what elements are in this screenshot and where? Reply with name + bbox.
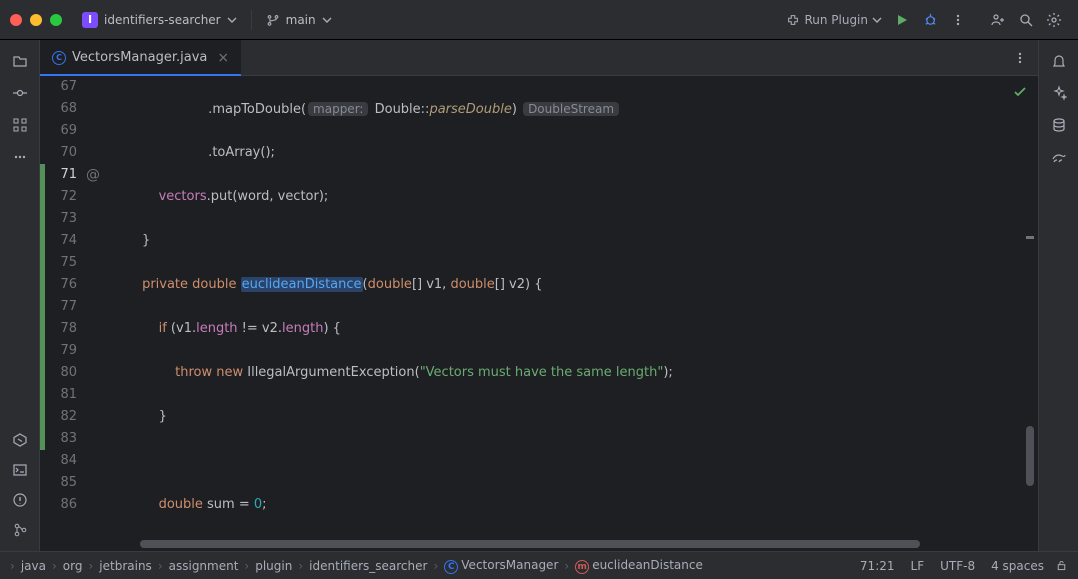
return-type-hint: DoubleStream <box>523 102 619 116</box>
terminal-tool-button[interactable] <box>5 455 35 485</box>
notifications-button[interactable] <box>1044 46 1074 76</box>
breadcrumb-item[interactable]: assignment <box>167 557 241 575</box>
run-config-label: Run Plugin <box>804 13 868 27</box>
breadcrumb-item[interactable]: java <box>19 557 48 575</box>
chevron-down-icon <box>227 15 237 25</box>
editor-more-button[interactable] <box>1002 40 1038 75</box>
more-tool-button[interactable] <box>5 142 35 172</box>
method-icon: m <box>575 560 589 574</box>
breadcrumb-item[interactable]: identifiers_searcher <box>307 557 429 575</box>
project-tool-button[interactable] <box>5 46 35 76</box>
caret-position[interactable]: 71:21 <box>852 559 903 573</box>
project-name: identifiers-searcher <box>104 13 221 27</box>
more-actions-button[interactable] <box>944 6 972 34</box>
project-badge: I <box>82 12 98 28</box>
branch-name: main <box>286 13 316 27</box>
settings-button[interactable] <box>1040 6 1068 34</box>
minimize-window[interactable] <box>30 14 42 26</box>
plugin-icon <box>786 13 800 27</box>
database-button[interactable] <box>1044 110 1074 140</box>
vcs-tool-button[interactable] <box>5 515 35 545</box>
left-tool-strip <box>0 40 40 551</box>
chevron-right-icon: › <box>50 559 59 573</box>
code-content[interactable]: .mapToDouble(mapper: Double::parseDouble… <box>105 76 1038 539</box>
close-window[interactable] <box>10 14 22 26</box>
chevron-right-icon: › <box>86 559 95 573</box>
chevron-right-icon: › <box>156 559 165 573</box>
separator <box>251 10 252 30</box>
fullscreen-window[interactable] <box>50 14 62 26</box>
chevron-right-icon: › <box>242 559 251 573</box>
breadcrumb-class[interactable]: CVectorsManager <box>442 556 560 576</box>
breadcrumb-method[interactable]: meuclideanDistance <box>573 556 705 576</box>
scrollbar-horizontal[interactable] <box>140 539 1038 549</box>
tab-vectorsmanager[interactable]: C VectorsManager.java × <box>40 40 241 75</box>
titlebar: I identifiers-searcher main Run Plugin <box>0 0 1078 40</box>
scrollbar-vertical[interactable] <box>1026 86 1034 509</box>
chevron-down-icon <box>872 15 882 25</box>
line-separator[interactable]: LF <box>903 559 933 573</box>
search-button[interactable] <box>1012 6 1040 34</box>
project-selector[interactable]: I identifiers-searcher <box>76 10 243 30</box>
parameter-hint: mapper: <box>308 102 368 116</box>
file-encoding[interactable]: UTF-8 <box>932 559 983 573</box>
window-controls <box>10 14 62 26</box>
chevron-right-icon: › <box>431 559 440 573</box>
right-tool-strip <box>1038 40 1078 551</box>
chevron-down-icon <box>322 15 332 25</box>
commit-tool-button[interactable] <box>5 78 35 108</box>
class-icon: C <box>52 51 66 65</box>
class-icon: C <box>444 560 458 574</box>
code-with-me-button[interactable] <box>984 6 1012 34</box>
editor-tabs: C VectorsManager.java × <box>40 40 1038 76</box>
indent-setting[interactable]: 4 spaces <box>983 559 1052 573</box>
close-tab-button[interactable]: × <box>217 50 229 66</box>
line-numbers: 67686970 71727374 75767778 79808182 8384… <box>45 76 85 539</box>
breadcrumbs[interactable]: › java › org › jetbrains › assignment › … <box>8 556 852 576</box>
run-button[interactable] <box>888 6 916 34</box>
branch-icon <box>266 13 280 27</box>
breadcrumb-item[interactable]: org <box>61 557 85 575</box>
readonly-toggle[interactable] <box>1052 559 1070 572</box>
editor-area: C VectorsManager.java × 67686970 7172737… <box>40 40 1038 551</box>
chevron-right-icon: › <box>296 559 305 573</box>
status-bar: › java › org › jetbrains › assignment › … <box>0 551 1078 579</box>
debug-button[interactable] <box>916 6 944 34</box>
problems-tool-button[interactable] <box>5 485 35 515</box>
gradle-button[interactable] <box>1044 142 1074 172</box>
tab-label: VectorsManager.java <box>72 50 207 65</box>
structure-tool-button[interactable] <box>5 110 35 140</box>
services-tool-button[interactable] <box>5 425 35 455</box>
run-config-selector[interactable]: Run Plugin <box>780 10 888 30</box>
chevron-right-icon: › <box>562 559 571 573</box>
git-branch-selector[interactable]: main <box>260 10 338 30</box>
breadcrumb-item[interactable]: jetbrains <box>97 557 154 575</box>
breadcrumb-item[interactable]: plugin <box>253 557 294 575</box>
ai-assistant-button[interactable] <box>1044 78 1074 108</box>
gutter-annotations: @ <box>85 76 105 539</box>
code-editor[interactable]: 67686970 71727374 75767778 79808182 8384… <box>40 76 1038 539</box>
override-marker-icon[interactable]: @ <box>85 164 101 186</box>
chevron-right-icon: › <box>8 559 17 573</box>
